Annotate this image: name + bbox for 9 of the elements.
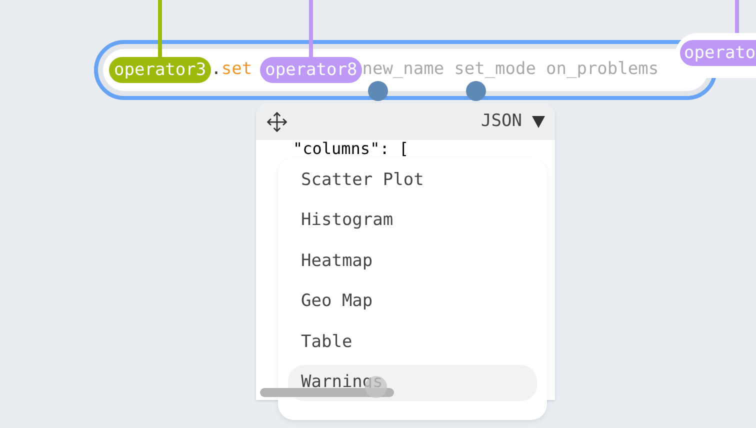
caret-icon	[532, 115, 545, 128]
move-icon[interactable]	[266, 110, 288, 132]
dot-separator: .	[211, 58, 222, 82]
parameter-name: set_mode	[454, 58, 536, 82]
parameter-name: on_problems	[546, 58, 659, 82]
format-dropdown[interactable]: JSON	[481, 108, 545, 134]
method-name: set	[221, 58, 252, 82]
code-line: "columns": [	[292, 140, 410, 158]
parameter-name: new_name	[362, 58, 444, 82]
